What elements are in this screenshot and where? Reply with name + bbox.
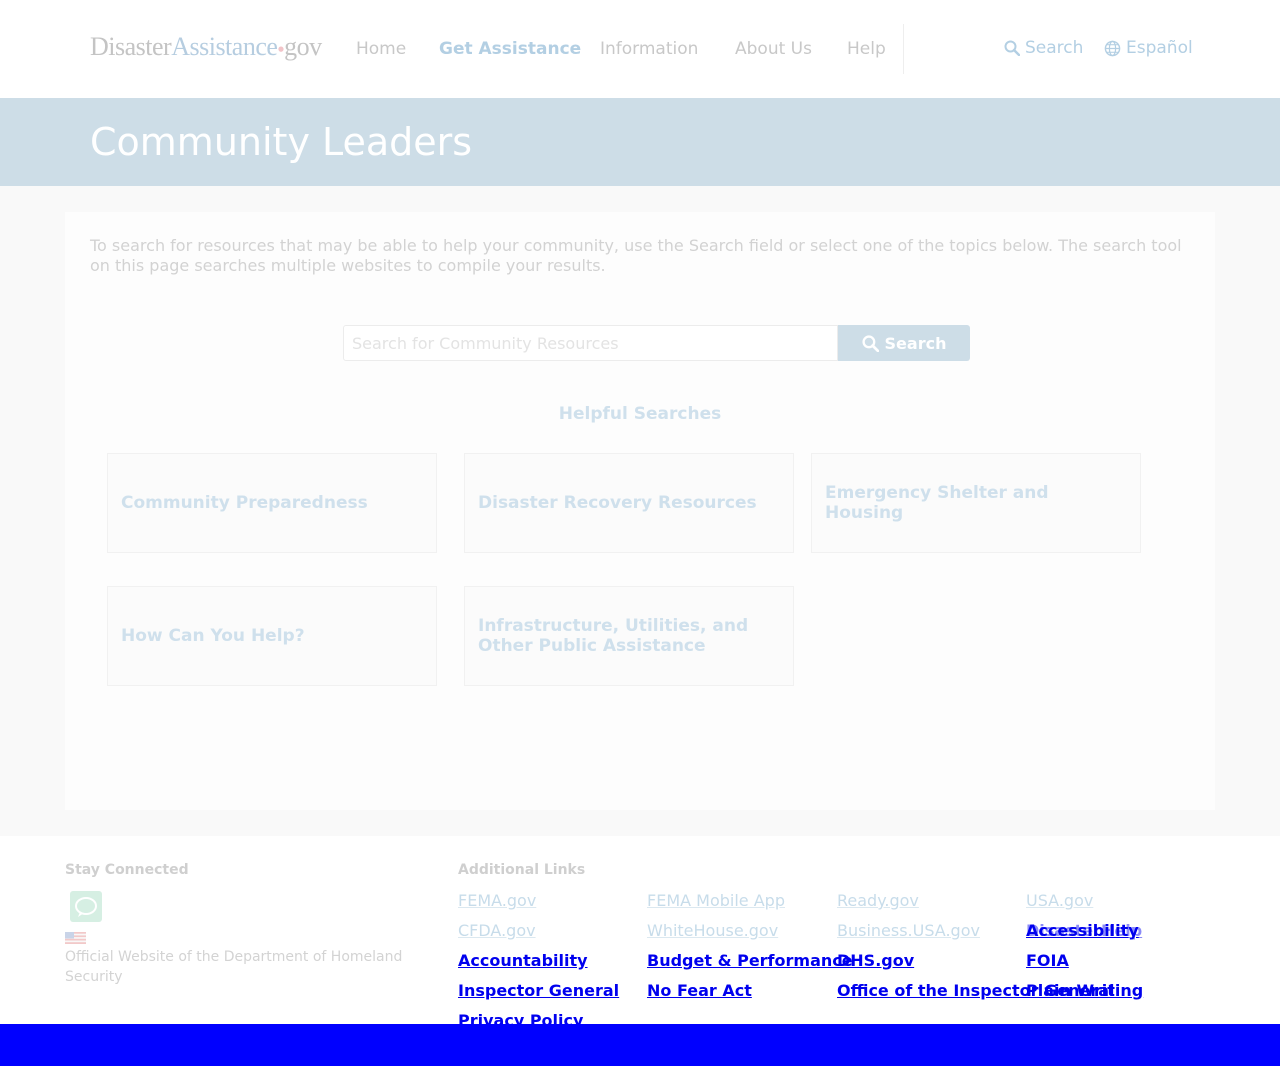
header-search-label: Search (1025, 38, 1084, 58)
official-website-text: Official Website of the Department of Ho… (65, 949, 403, 985)
footer-link-ready[interactable]: Ready.gov (837, 891, 919, 910)
card-emergency-shelter-housing[interactable]: Emergency Shelter and Housing (811, 453, 1141, 553)
card-label: How Can You Help? (121, 626, 305, 646)
language-toggle-link[interactable]: Español (1104, 38, 1193, 58)
chat-icon[interactable] (70, 891, 102, 922)
card-how-can-you-help[interactable]: How Can You Help? (107, 586, 437, 686)
nav-get-assistance[interactable]: Get Assistance (439, 39, 581, 59)
search-icon (861, 334, 879, 352)
card-label: Emergency Shelter and Housing (825, 483, 1049, 523)
footer-link-foia[interactable]: FOIA (1026, 951, 1069, 970)
footer-link-whitehouse[interactable]: WhiteHouse.gov (647, 921, 778, 940)
footer-link-budget-performance[interactable]: Budget & Performance (647, 951, 853, 970)
nav-about-us[interactable]: About Us (735, 39, 812, 59)
footer-link-business-usa[interactable]: Business.USA.gov (837, 921, 980, 940)
page-banner: Community Leaders (0, 98, 1280, 186)
search-button-label: Search (884, 333, 947, 353)
logo-text-gov: gov (284, 32, 322, 61)
globe-icon (1104, 40, 1121, 56)
card-infrastructure-utilities[interactable]: Infrastructure, Utilities, and Other Pub… (464, 586, 794, 686)
search-icon (1004, 40, 1020, 56)
footer-link-dhs[interactable]: DHS.gov (837, 951, 914, 970)
community-search-input[interactable] (343, 325, 838, 361)
bottom-bar (0, 1024, 1280, 1066)
us-flag-icon (65, 932, 86, 944)
stay-connected-heading: Stay Connected (65, 862, 189, 878)
header-search-link[interactable]: Search (1004, 38, 1083, 58)
nav-divider (903, 24, 904, 74)
nav-information[interactable]: Information (600, 39, 698, 59)
footer-link-accessibility[interactable]: Accessibility (1026, 921, 1139, 940)
logo-text-disaster: Disaster (90, 32, 172, 61)
intro-text: To search for resources that may be able… (90, 236, 1182, 275)
logo-text-assistance: Assistance (171, 32, 278, 61)
card-label: Infrastructure, Utilities, and Other Pub… (478, 616, 749, 656)
footer-link-fema-mobile-app[interactable]: FEMA Mobile App (647, 891, 785, 910)
card-label: Disaster Recovery Resources (478, 493, 757, 513)
card-label: Community Preparedness (121, 493, 368, 513)
card-community-preparedness[interactable]: Community Preparedness (107, 453, 437, 553)
footer-link-fema[interactable]: FEMA.gov (458, 891, 536, 910)
language-label: Español (1126, 38, 1193, 58)
nav-home[interactable]: Home (356, 39, 406, 59)
nav-help[interactable]: Help (847, 39, 886, 59)
community-search-button[interactable]: Search (838, 325, 970, 361)
page-title: Community Leaders (90, 120, 473, 164)
footer-link-inspector-general[interactable]: Inspector General (458, 981, 619, 1000)
footer-link-plain-writing[interactable]: Plain Writing (1026, 981, 1143, 1000)
footer-link-no-fear-act[interactable]: No Fear Act (647, 981, 752, 1000)
footer-link-usa[interactable]: USA.gov (1026, 891, 1093, 910)
footer-link-accountability[interactable]: Accountability (458, 951, 588, 970)
footer-link-cfda[interactable]: CFDA.gov (458, 921, 536, 940)
additional-links-heading: Additional Links (458, 862, 586, 878)
site-header: DisasterAssistance●gov Home Get Assistan… (0, 0, 1280, 98)
helpful-searches-heading: Helpful Searches (558, 404, 722, 424)
card-disaster-recovery-resources[interactable]: Disaster Recovery Resources (464, 453, 794, 553)
site-logo[interactable]: DisasterAssistance●gov (90, 32, 322, 62)
